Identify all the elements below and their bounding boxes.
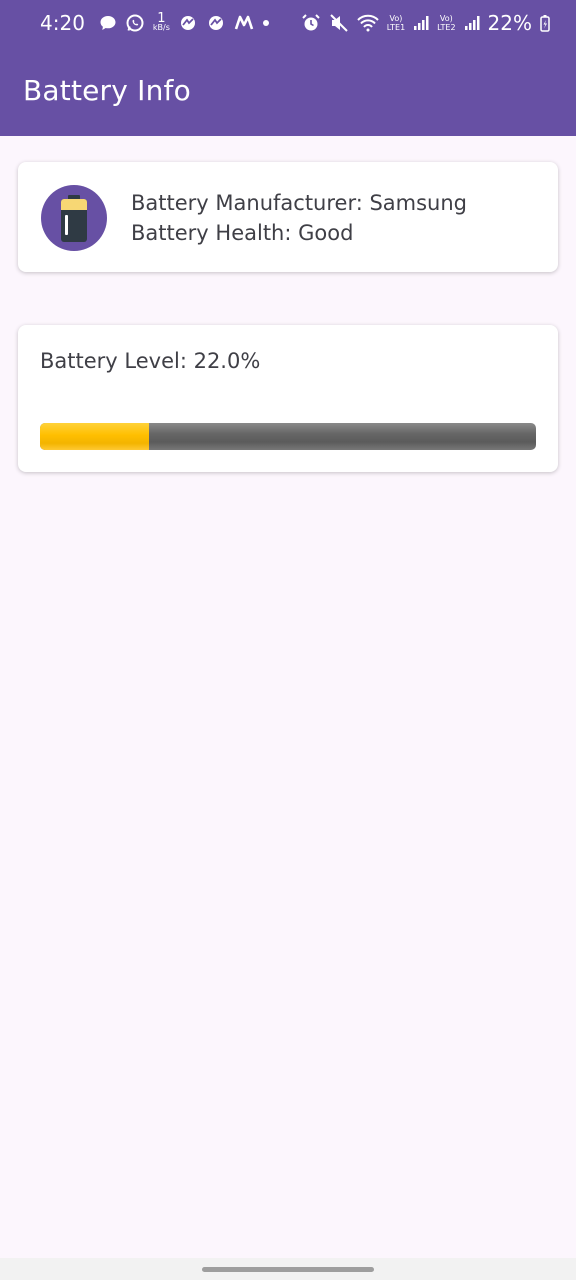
- status-time: 4:20: [40, 11, 85, 35]
- app-icon: [178, 15, 198, 31]
- dot-icon: [262, 19, 270, 27]
- manufacturer-text: Battery Manufacturer: Samsung: [131, 191, 468, 215]
- health-text: Battery Health: Good: [131, 221, 354, 245]
- battery-level-progress-fill: [40, 423, 150, 450]
- app-bar: 4:20 1 kB/s Vo) LTE1 Vo) LTE2 22% Batter…: [0, 0, 576, 136]
- app-icon: [206, 15, 226, 31]
- whatsapp-icon: [125, 13, 145, 33]
- page-title: Battery Info: [23, 74, 191, 107]
- mute-icon: [329, 13, 349, 33]
- battery-level-card: Battery Level: 22.0%: [18, 325, 558, 472]
- myntra-icon: [234, 15, 254, 31]
- battery-level-progress: [40, 423, 536, 450]
- battery-charging-icon: [540, 14, 550, 32]
- status-bar: 4:20 1 kB/s Vo) LTE1 Vo) LTE2 22%: [0, 0, 576, 46]
- navigation-bar: [0, 1258, 576, 1280]
- battery-level-text: Battery Level: 22.0%: [40, 349, 261, 373]
- wifi-icon: [357, 14, 379, 32]
- gesture-handle[interactable]: [202, 1267, 374, 1272]
- battery-info-card: Battery Manufacturer: Samsung Battery He…: [18, 162, 558, 272]
- battery-percent: 22%: [487, 11, 532, 35]
- signal-icon: [464, 15, 480, 31]
- network-speed: 1 kB/s: [152, 11, 170, 32]
- sim1-label: Vo) LTE1: [386, 14, 406, 32]
- chat-icon: [99, 14, 117, 32]
- signal-icon: [413, 15, 429, 31]
- battery-icon: [61, 195, 87, 242]
- sim2-label: Vo) LTE2: [437, 14, 456, 32]
- battery-avatar: [41, 185, 107, 251]
- battery-details: Battery Manufacturer: Samsung Battery He…: [131, 188, 467, 248]
- alarm-icon: [301, 13, 321, 33]
